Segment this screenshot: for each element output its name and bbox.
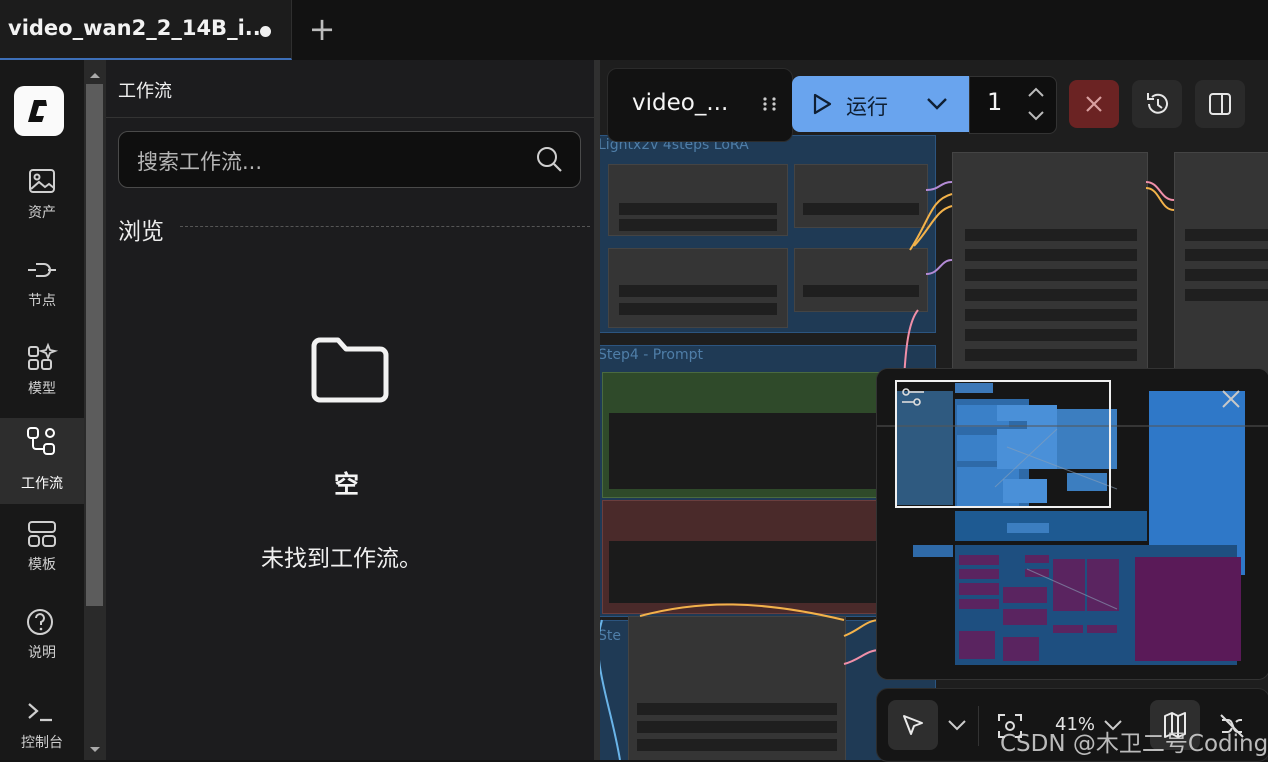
history-button[interactable] [1132, 80, 1182, 128]
stepper-icon[interactable] [1026, 82, 1046, 126]
sidebar-item-models[interactable]: 模型 [0, 336, 84, 416]
sidebar-item-workflows[interactable]: 工作流 [0, 418, 84, 504]
divider [180, 226, 590, 227]
minimap-view [877, 369, 1268, 679]
sidebar-item-label: 模型 [28, 381, 56, 397]
app-logo[interactable] [14, 86, 64, 136]
run-label[interactable]: 运行 [846, 91, 888, 121]
watermark: CSDN @木卫二号Coding [1000, 731, 1268, 757]
minimap[interactable] [876, 368, 1268, 680]
unsaved-dot-icon[interactable] [260, 26, 271, 37]
history-icon [1147, 93, 1168, 114]
sidebar-item-templates[interactable]: 模板 [0, 512, 84, 592]
panel-icon [1209, 93, 1231, 115]
stop-button[interactable] [1069, 80, 1119, 128]
image-icon [29, 169, 55, 193]
cursor-icon [903, 715, 923, 735]
minimap-settings-icon[interactable] [900, 386, 926, 408]
sidebar-scrollbar-thumb[interactable] [86, 84, 103, 606]
drag-handle-icon[interactable] [760, 94, 780, 114]
sidebar-item-label: 模板 [28, 557, 56, 573]
run-count-value[interactable]: 1 [987, 88, 1002, 116]
browse-heading: 浏览 [118, 219, 164, 245]
sidebar-item-label: 控制台 [21, 735, 63, 751]
workflow-icon [27, 427, 55, 455]
workflow-name[interactable]: video_... [632, 90, 728, 116]
scroll-down-icon[interactable] [88, 745, 102, 755]
toggle-panel-button[interactable] [1195, 80, 1245, 128]
sidebar-item-help[interactable]: 说明 [0, 600, 84, 680]
sidebar-item-nodes[interactable]: 节点 [0, 248, 84, 328]
search-placeholder: 搜索工作流... [137, 150, 263, 174]
search-icon[interactable] [535, 145, 563, 173]
terminal-icon [28, 703, 52, 722]
empty-message: 未找到工作流。 [261, 546, 422, 572]
help-icon [27, 609, 53, 635]
scroll-up-icon[interactable] [88, 70, 102, 80]
divider [978, 706, 979, 746]
minimap-close-icon[interactable] [1220, 388, 1242, 410]
node-icon [28, 263, 56, 277]
folder-icon [311, 337, 389, 403]
chevron-down-icon[interactable] [946, 716, 968, 734]
template-icon [28, 521, 56, 547]
sidebar-item-label: 工作流 [21, 476, 63, 492]
sidebar-item-label: 说明 [28, 645, 56, 661]
sidebar-item-label: 资产 [28, 205, 56, 221]
sidebar-item-console[interactable]: 控制台 [0, 690, 84, 760]
sidebar-item-assets[interactable]: 资产 [0, 160, 84, 240]
model-icon [28, 342, 59, 370]
tab-title[interactable]: video_wan2_2_14B_i... [8, 16, 269, 40]
close-icon [1086, 96, 1102, 112]
empty-title: 空 [334, 470, 360, 499]
divider [106, 117, 594, 118]
chevron-down-icon[interactable] [925, 94, 949, 114]
sidebar-item-label: 节点 [28, 293, 56, 309]
play-icon [813, 93, 832, 115]
new-tab-button[interactable]: + [305, 12, 339, 46]
select-tool-button[interactable] [888, 700, 938, 750]
panel-title: 工作流 [118, 81, 172, 102]
